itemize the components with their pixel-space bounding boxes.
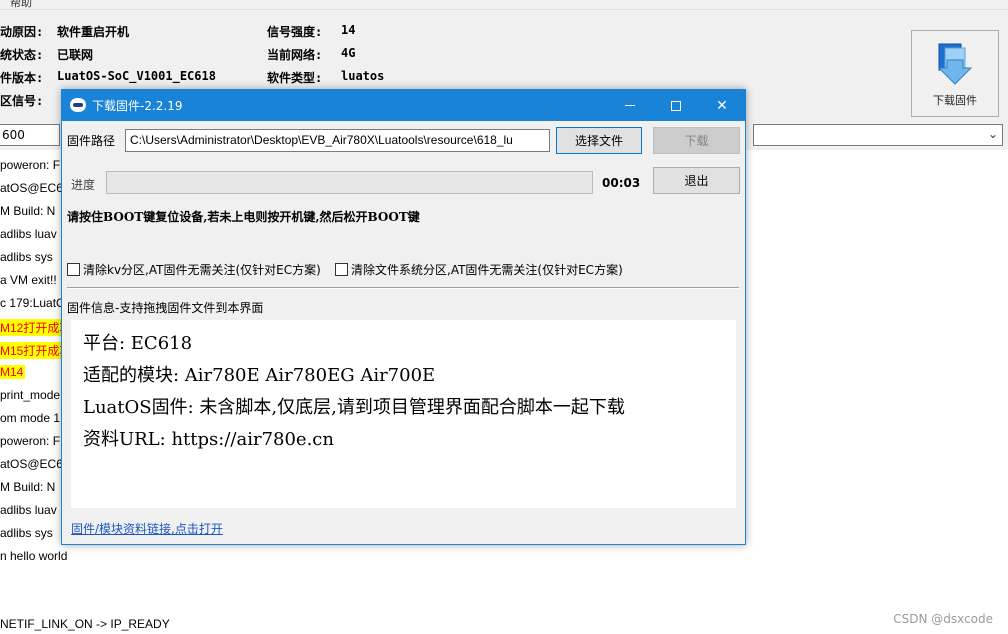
chevron-down-icon: ⌄ [987,127,998,141]
app-logo-icon [70,98,86,112]
progress-bar [106,171,593,194]
log-line: M Build: N [0,480,56,494]
info-line-platform: 平台: EC618 [83,333,193,354]
firmware-path-label: 固件路径 [67,134,116,148]
info-label: 动原因: [0,25,44,39]
log-line: poweron: F [0,434,61,448]
clear-fs-label: 清除文件系统分区,AT固件无需关注(仅针对EC方案) [351,263,623,277]
maximize-icon [671,100,681,111]
divider [67,287,739,289]
log-line: NETIF_LINK_ON -> IP_READY [0,617,170,631]
clear-kv-label: 清除kv分区,AT固件无需关注(仅针对EC方案) [83,263,321,277]
log-line: atOS@EC61 [0,181,70,195]
log-line: adlibs sys [0,526,53,540]
menu-strip: 帮助 [0,0,1008,10]
maximize-button[interactable] [653,90,699,121]
info-value: 已联网 [57,48,94,62]
download-firmware-dialog: 下载固件-2.2.19 ✕ 固件路径 C:\Users\Administrato… [61,89,746,545]
download-arrow-icon [937,43,973,85]
info-value: 14 [341,23,356,37]
port-select[interactable]: ⌄ [753,124,1003,146]
info-value: 软件重启开机 [57,25,130,39]
info-line-url: 资料URL: https://air780e.cn [83,429,334,450]
log-line: poweron: F [0,158,61,172]
info-value: LuatOS-SoC_V1001_EC618 [57,69,216,83]
log-line: print_mode [0,388,61,402]
download-firmware-button[interactable]: 下载固件 [911,30,999,117]
log-line: adlibs luav [0,227,57,241]
log-line: M14 [0,365,26,379]
close-button[interactable]: ✕ [699,90,745,121]
boot-instruction: 请按住BOOT键复位设备,若未上电则按开机键,然后松开BOOT键 [67,210,420,224]
minimize-icon [625,105,635,106]
info-line-modules: 适配的模块: Air780E Air780EG Air700E [83,365,436,386]
choose-file-button[interactable]: 选择文件 [556,127,642,154]
firmware-path-input[interactable]: C:\Users\Administrator\Desktop\EVB_Air78… [125,129,550,152]
download-firmware-label: 下载固件 [933,94,977,107]
download-button[interactable]: 下载 [653,127,740,154]
dialog-title: 下载固件-2.2.19 [92,99,183,113]
firmware-info-title: 固件信息-支持拖拽固件文件到本界面 [67,301,264,315]
baud-rate-field[interactable]: 600 [0,124,60,146]
elapsed-time: 00:03 [602,176,641,190]
exit-button[interactable]: 退出 [653,167,740,194]
dialog-titlebar[interactable]: 下载固件-2.2.19 ✕ [62,90,745,121]
firmware-docs-link[interactable]: 固件/模块资料链接,点击打开 [71,520,223,537]
info-label: 件版本: [0,71,44,85]
info-label: 软件类型: [267,71,323,85]
log-line: n hello world [0,549,68,563]
log-line: c 179:LuatO [0,296,66,310]
log-line: atOS@EC61 [0,457,70,471]
info-label: 统状态: [0,48,44,62]
info-label: 当前网络: [267,48,323,62]
progress-label: 进度 [71,178,96,192]
log-line: adlibs sys [0,250,53,264]
info-label: 信号强度: [267,25,323,39]
clear-kv-checkbox-row[interactable]: 清除kv分区,AT固件无需关注(仅针对EC方案) [67,261,321,278]
info-label: 区信号: [0,94,44,108]
firmware-info-box: 平台: EC618 适配的模块: Air780E Air780EG Air700… [71,320,736,508]
info-value: 4G [341,46,356,60]
clear-fs-checkbox-row[interactable]: 清除文件系统分区,AT固件无需关注(仅针对EC方案) [335,261,623,278]
minimize-button[interactable] [607,90,653,121]
info-line-firmware: LuatOS固件: 未含脚本,仅底层,请到项目管理界面配合脚本一起下载 [83,397,625,418]
log-line: adlibs luav [0,503,57,517]
watermark: CSDN @dsxcode [893,612,993,626]
close-icon: ✕ [716,97,728,114]
log-line: om mode 1 [0,411,61,425]
clear-fs-checkbox[interactable] [335,263,348,276]
log-line: M Build: N [0,204,56,218]
clear-kv-checkbox[interactable] [67,263,80,276]
info-value: luatos [341,69,385,83]
log-line: a VM exit!! [0,273,57,287]
menu-help[interactable]: 帮助 [10,0,32,10]
